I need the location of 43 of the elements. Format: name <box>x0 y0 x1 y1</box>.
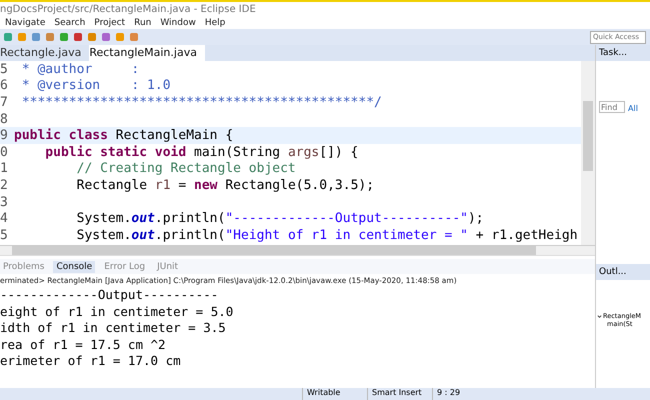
editor-tab[interactable]: RectangleMain.java <box>89 45 205 61</box>
window-title: ngDocsProject/src/RectangleMain.java - Eclipse IDE <box>0 0 650 16</box>
panel-tab[interactable]: Outl... <box>596 264 650 280</box>
line-number: 4 <box>0 211 9 226</box>
menu-item[interactable]: Project <box>94 18 126 28</box>
line-number: 2 <box>0 178 9 193</box>
menu-item[interactable]: Window <box>160 18 196 28</box>
console-line: rea of r1 = 17.5 cm ^2 <box>0 336 167 354</box>
line-number: 9 <box>0 128 9 144</box>
line-number: 5 <box>0 228 9 243</box>
menu-item[interactable]: Run <box>134 18 152 28</box>
console-line: erimeter of r1 = 17.0 cm <box>0 353 182 370</box>
line-number: 6 <box>0 78 9 94</box>
code-line: Rectangle r1 = new Rectangle(5.0,3.5); <box>76 178 374 193</box>
code-line: System.out.println("Height of r1 in centimeter = " + r1.getHeigh <box>76 228 578 243</box>
menu-item[interactable]: Navigate <box>5 18 46 28</box>
line-number: 7 <box>0 94 9 110</box>
menu-item[interactable]: Help <box>204 18 226 28</box>
code-line: System.out.println("-------------Output----------"); <box>76 211 484 226</box>
code-line: public class RectangleMain { <box>14 128 234 144</box>
code-line: * @author : <box>20 62 140 77</box>
console-line: idth of r1 in centimeter = 3.5 <box>0 320 227 337</box>
status-cell: Smart Insert <box>367 388 432 400</box>
line-number: 5 <box>0 62 9 77</box>
console-line: -------------Output---------- <box>0 287 220 304</box>
line-number: 3 <box>0 194 9 210</box>
find-field[interactable]: Find <box>599 101 625 113</box>
status-cell: 9 : 29 <box>432 388 497 400</box>
code-line: // Creating Rectangle object <box>76 161 296 176</box>
line-number: 0 <box>0 144 9 160</box>
status-cell: Writable <box>302 388 367 400</box>
code-line: *********************************************/ <box>20 94 382 110</box>
chevron-down-icon[interactable] <box>597 314 602 318</box>
menu-item[interactable]: Search <box>54 18 86 28</box>
code-line: * @version : 1.0 <box>20 78 171 94</box>
console-line: eight of r1 in centimeter = 5.0 <box>0 304 234 320</box>
panel-tab[interactable]: Task... <box>596 45 650 61</box>
filter-link[interactable]: All <box>628 104 638 113</box>
code-line: public static void main(String args[]) { <box>44 144 358 160</box>
line-number: 1 <box>0 161 9 176</box>
line-number: 8 <box>0 112 9 127</box>
console-tab[interactable]: Console <box>53 260 96 272</box>
editor-tab[interactable]: Rectangle.java <box>0 45 90 61</box>
